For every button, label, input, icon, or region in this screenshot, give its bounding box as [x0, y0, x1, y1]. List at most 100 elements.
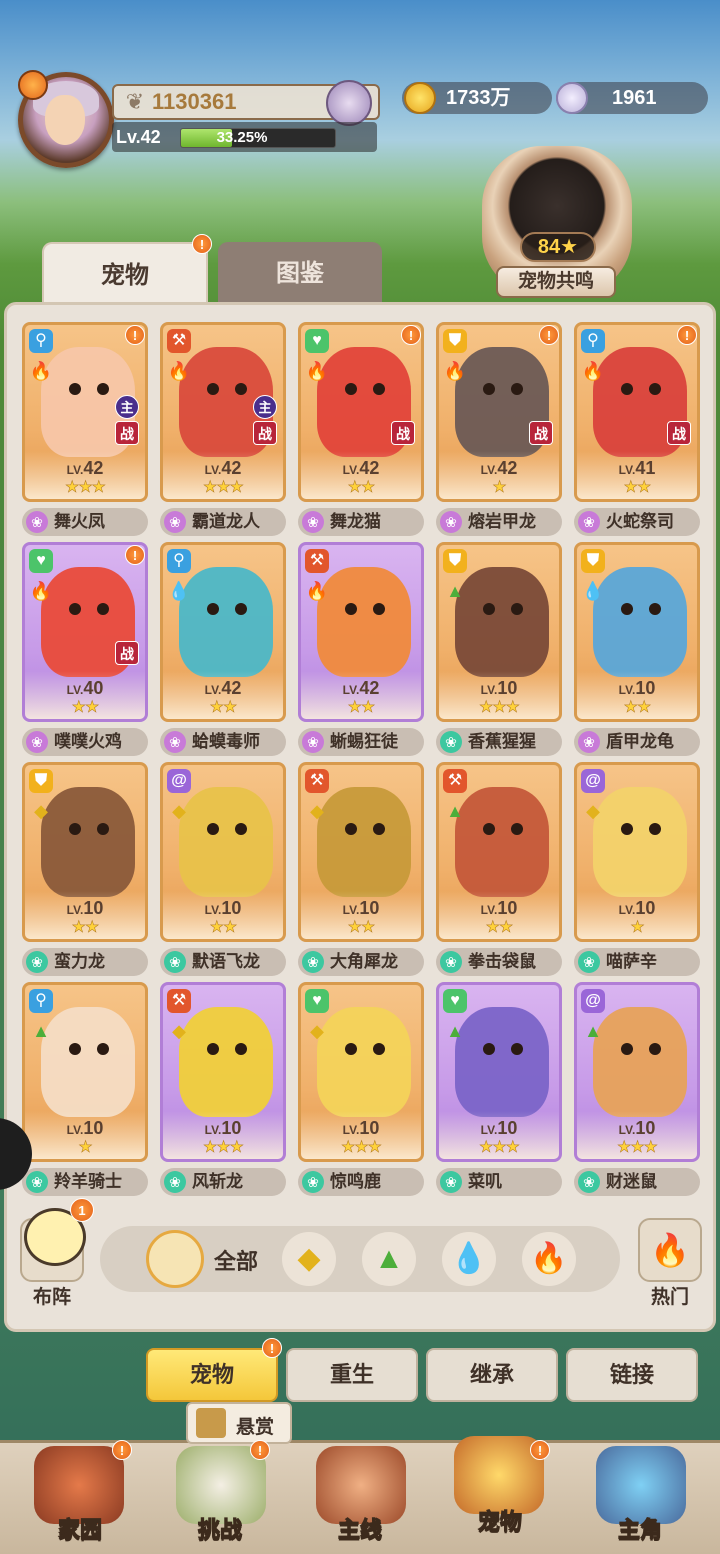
pet-card[interactable]: ♥ 🔥 战 LV.40 ★★! — [22, 542, 148, 722]
filter-fire-icon[interactable]: 🔥 — [522, 1232, 576, 1286]
pet-stars: ★★ — [209, 919, 237, 937]
tab-pets[interactable]: 宠物 — [42, 242, 208, 306]
power-emblem-icon[interactable] — [326, 80, 372, 126]
pet-card[interactable]: ⚒ 🔥 主战 LV.42 ★★★ — [160, 322, 286, 502]
pet-level: LV.41 — [618, 458, 656, 478]
pet-level: LV.10 — [480, 1118, 518, 1138]
pet-name-plate: ❀ 风斩龙 — [160, 1168, 286, 1196]
pet-name-plate: ❀ 大角犀龙 — [298, 948, 424, 976]
pet-eye — [97, 383, 109, 395]
pet-eye — [621, 1043, 633, 1055]
pet-eye — [235, 1043, 247, 1055]
resonance-label: 宠物共鸣 — [496, 266, 616, 298]
paw-icon: ❀ — [578, 1171, 600, 1193]
pet-stars: ★★★ — [478, 1139, 521, 1157]
filter-water-icon[interactable]: 💧 — [442, 1232, 496, 1286]
pet-level: LV.10 — [342, 898, 380, 918]
axe-icon: ⚒ — [167, 989, 191, 1013]
heart-icon: ♥ — [443, 989, 467, 1013]
pet-card[interactable]: ⚲ 💧 LV.42 ★★ — [160, 542, 286, 722]
pet-name: 菜叽 — [468, 1172, 502, 1191]
pet-card[interactable]: ⛊ 💧 LV.10 ★★ — [574, 542, 700, 722]
pet-card[interactable]: ♥ 🔥 战 LV.42 ★★! — [298, 322, 424, 502]
spiral-icon: @ — [167, 769, 191, 793]
pet-eye — [483, 603, 495, 615]
heart-icon: ♥ — [29, 549, 53, 573]
pet-eye — [483, 823, 495, 835]
filter-all-label[interactable]: 全部 — [214, 1244, 258, 1276]
pet-portrait — [593, 567, 687, 677]
pet-card[interactable]: @ ◆ LV.10 ★★ — [160, 762, 286, 942]
tab-pets-alert-badge: ! — [192, 234, 212, 254]
subtab-link[interactable]: 链接 — [566, 1348, 698, 1402]
filter-all-grid-icon[interactable] — [146, 1230, 204, 1288]
pet-card[interactable]: ⚲ 🔥 战 LV.41 ★★! — [574, 322, 700, 502]
pet-name: 风斩龙 — [192, 1172, 243, 1191]
pet-card[interactable]: ⚒ 🔥 LV.42 ★★ — [298, 542, 424, 722]
subtab-pets[interactable]: 宠物 — [146, 1348, 278, 1402]
bounty-label: 悬赏 — [236, 1417, 275, 1438]
pet-portrait — [593, 1007, 687, 1117]
fire-element-icon: 🔥 — [29, 361, 53, 381]
grass-element-icon: ▲ — [584, 1021, 602, 1041]
paw-icon: ❀ — [164, 951, 186, 973]
paw-icon: ❀ — [440, 731, 462, 753]
pet-name: 噗噗火鸡 — [54, 732, 122, 751]
grass-element-icon: ▲ — [446, 581, 464, 601]
nav-challenge-label: 挑战 — [197, 1517, 242, 1543]
subtab-rebirth[interactable]: 重生 — [286, 1348, 418, 1402]
nav-hero-label: 主角 — [617, 1517, 662, 1543]
pet-level: LV.10 — [342, 1118, 380, 1138]
paw-icon: ❀ — [26, 511, 48, 533]
pet-name: 火蛇祭司 — [606, 512, 674, 531]
shield-icon: ⛊ — [443, 329, 467, 353]
pet-card[interactable]: ⚒ ◆ LV.10 ★★ — [298, 762, 424, 942]
main-badge: 主 — [115, 395, 139, 419]
pet-card[interactable]: ♥ ◆ LV.10 ★★★ — [298, 982, 424, 1162]
tab-dex[interactable]: 图鉴 — [218, 242, 382, 306]
pet-card[interactable]: ⚒ ◆ LV.10 ★★★ — [160, 982, 286, 1162]
pet-eye — [345, 1043, 357, 1055]
pet-name: 蛮力龙 — [54, 952, 105, 971]
pet-portrait — [41, 787, 135, 897]
pet-name: 蛤蟆毒师 — [192, 732, 260, 751]
axe-icon: ⚒ — [305, 769, 329, 793]
paw-icon: ❀ — [440, 951, 462, 973]
pet-alert-badge: ! — [125, 545, 145, 565]
subtab-inherit[interactable]: 继承 — [426, 1348, 558, 1402]
resonance-level: 84★ — [520, 232, 596, 262]
pet-name: 蜥蜴狂徒 — [330, 732, 398, 751]
pet-card[interactable]: ⛊ ◆ LV.10 ★★ — [22, 762, 148, 942]
pet-eye — [621, 823, 633, 835]
formation-count-badge: 1 — [70, 1198, 94, 1222]
pet-card[interactable]: ⚲ ▲ LV.10 ★ — [22, 982, 148, 1162]
pet-card[interactable]: ⛊ 🔥 战 LV.42 ★! — [436, 322, 562, 502]
pet-name-plate: ❀ 香蕉猩猩 — [436, 728, 562, 756]
pet-stars: ★★ — [347, 699, 375, 717]
filter-earth-icon[interactable]: ◆ — [282, 1232, 336, 1286]
hot-label: 热门 — [650, 1287, 689, 1308]
pet-eye — [511, 603, 523, 615]
pet-card[interactable]: ⛊ ▲ LV.10 ★★★ — [436, 542, 562, 722]
pet-portrait — [455, 1007, 549, 1117]
paw-icon: ❀ — [578, 951, 600, 973]
pet-card[interactable]: @ ◆ LV.10 ★ — [574, 762, 700, 942]
pet-level: LV.42 — [204, 458, 242, 478]
filter-grass-icon[interactable]: ▲ — [362, 1232, 416, 1286]
pet-name: 财迷鼠 — [606, 1172, 657, 1191]
pet-level: LV.42 — [204, 678, 242, 698]
spiral-icon: @ — [581, 989, 605, 1013]
pet-card[interactable]: ♥ ▲ LV.10 ★★★ — [436, 982, 562, 1162]
pet-name-plate: ❀ 蜥蜴狂徒 — [298, 728, 424, 756]
hot-flame-icon[interactable]: 🔥 — [638, 1218, 702, 1282]
axe-icon: ⚒ — [305, 549, 329, 573]
pet-card[interactable]: ⚒ ▲ LV.10 ★★ — [436, 762, 562, 942]
pet-stars: ★★ — [347, 479, 375, 497]
pet-card[interactable]: ⚲ 🔥 主战 LV.42 ★★★! — [22, 322, 148, 502]
pet-name-plate: ❀ 蛤蟆毒师 — [160, 728, 286, 756]
paw-icon: ❀ — [26, 1171, 48, 1193]
earth-element-icon: ◆ — [172, 801, 186, 821]
pet-name: 熔岩甲龙 — [468, 512, 536, 531]
pet-card[interactable]: @ ▲ LV.10 ★★★ — [574, 982, 700, 1162]
earth-element-icon: ◆ — [310, 1021, 324, 1041]
